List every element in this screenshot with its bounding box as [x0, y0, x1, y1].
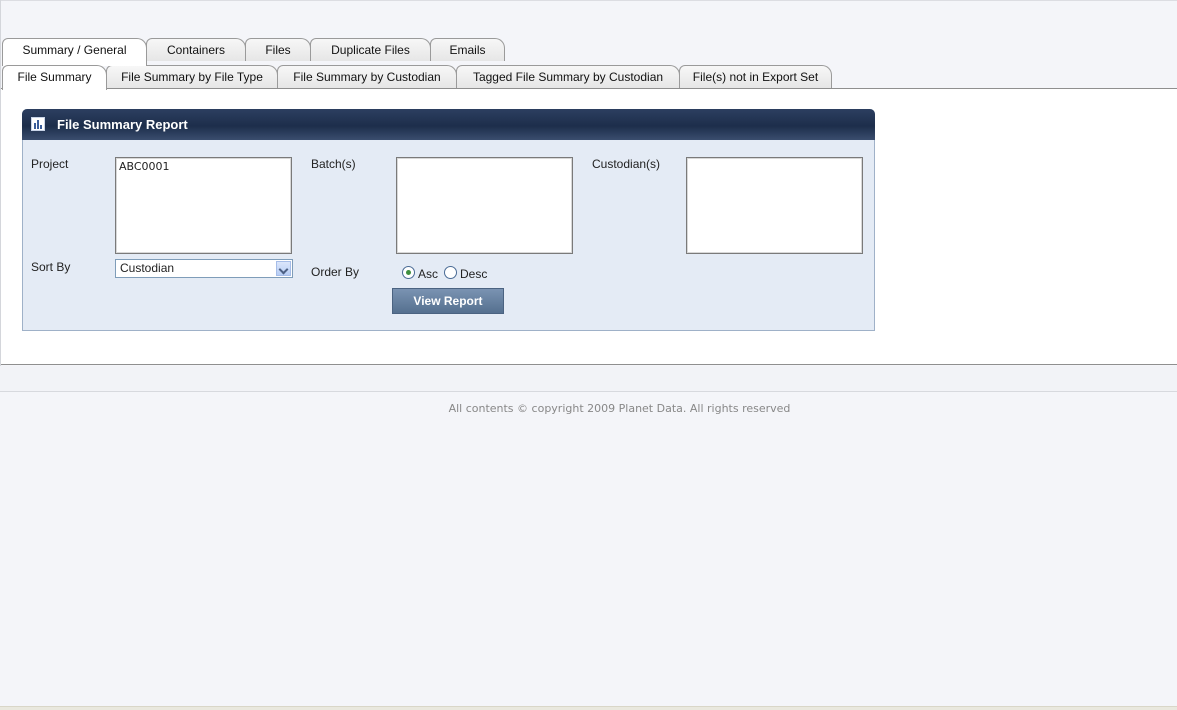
tab-label: Emails — [449, 43, 486, 57]
sort-by-label: Sort By — [31, 260, 71, 274]
custodians-listbox[interactable] — [686, 157, 863, 254]
panel-footer-strip — [0, 366, 1177, 392]
project-label: Project — [31, 157, 69, 171]
order-by-label: Order By — [311, 265, 360, 279]
report-chart-icon — [31, 117, 45, 131]
top-border — [0, 0, 1177, 1]
tab-containers[interactable]: Containers — [146, 38, 246, 61]
tab-label: Files — [265, 43, 291, 57]
batches-label: Batch(s) — [311, 157, 356, 171]
copyright-footer: All contents © copyright 2009 Planet Dat… — [448, 402, 791, 415]
tab-label: Containers — [166, 43, 226, 57]
custodians-label: Custodian(s) — [592, 157, 661, 171]
tab-label: File(s) not in Export Set — [692, 70, 819, 84]
batches-listbox[interactable] — [396, 157, 573, 254]
view-report-button[interactable]: View Report — [392, 288, 504, 314]
project-option[interactable]: ABC0001 — [119, 160, 288, 173]
tab-file-summary-by-custodian[interactable]: File Summary by Custodian — [277, 65, 457, 88]
tab-label: Duplicate Files — [331, 43, 410, 57]
tab-label: Tagged File Summary by Custodian — [472, 70, 664, 84]
tab-files[interactable]: Files — [245, 38, 311, 61]
tab-files-not-in-export-set[interactable]: File(s) not in Export Set — [679, 65, 832, 88]
tab-label: Summary / General — [22, 43, 127, 57]
order-desc-label[interactable]: Desc — [460, 267, 487, 281]
tab-file-summary[interactable]: File Summary — [2, 65, 107, 90]
project-listbox[interactable]: ABC0001 — [115, 157, 292, 254]
tab-label: File Summary — [17, 70, 92, 84]
tab-summary-general[interactable]: Summary / General — [2, 38, 147, 66]
order-asc-label[interactable]: Asc — [418, 267, 438, 281]
tab-file-summary-by-file-type[interactable]: File Summary by File Type — [106, 65, 278, 88]
report-header: File Summary Report — [22, 109, 875, 140]
tab-label: File Summary by File Type — [121, 70, 263, 84]
chevron-down-icon[interactable] — [276, 261, 291, 276]
order-asc-radio[interactable] — [402, 266, 415, 279]
bottom-border — [0, 706, 1177, 710]
sort-by-select[interactable]: Custodian — [115, 259, 293, 278]
tab-label: File Summary by Custodian — [293, 70, 441, 84]
report-title: File Summary Report — [57, 117, 188, 132]
tab-tagged-file-summary-by-custodian[interactable]: Tagged File Summary by Custodian — [456, 65, 680, 88]
sort-by-value: Custodian — [120, 261, 175, 275]
order-desc-radio[interactable] — [444, 266, 457, 279]
tab-emails[interactable]: Emails — [430, 38, 505, 61]
tab-duplicate-files[interactable]: Duplicate Files — [310, 38, 431, 61]
